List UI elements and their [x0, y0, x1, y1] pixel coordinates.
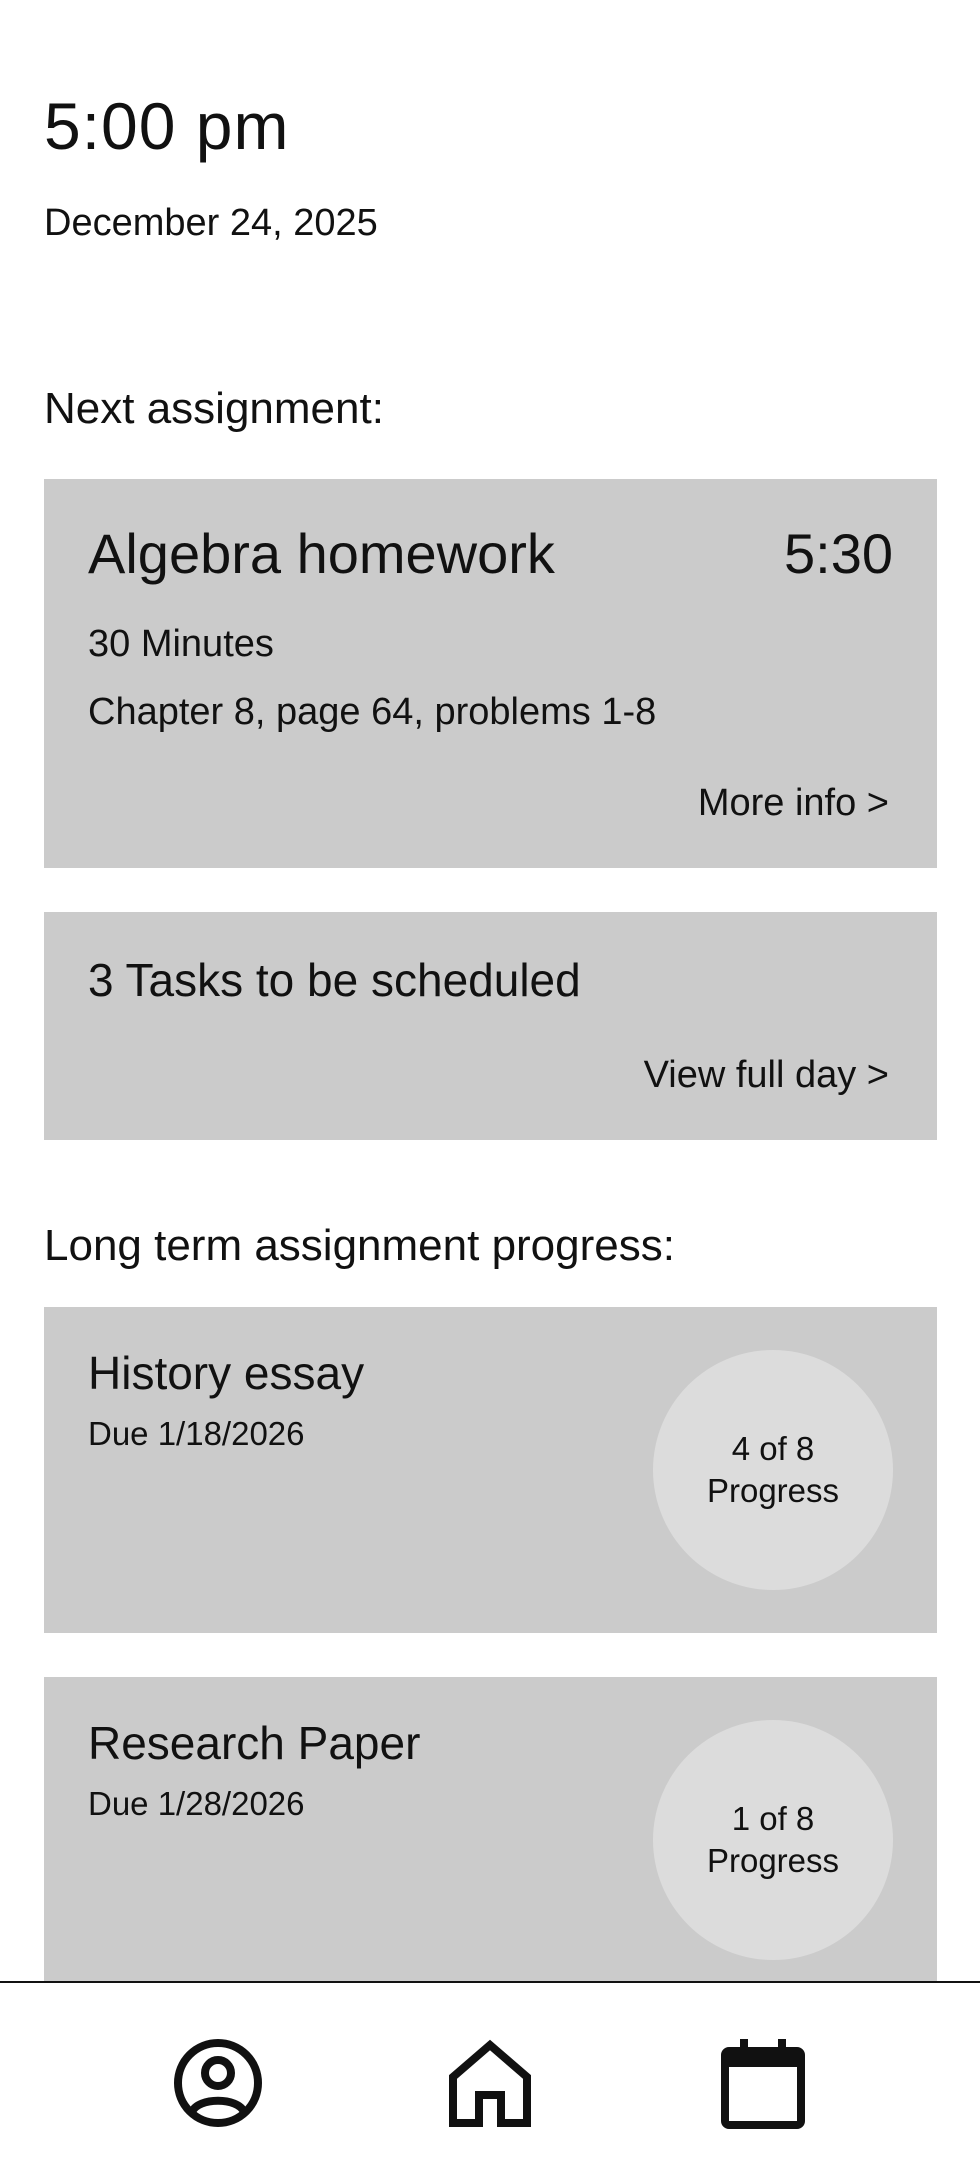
long-term-card[interactable]: Research Paper Due 1/28/2026 1 of 8 Prog…: [44, 1677, 937, 1982]
calendar-nav-button[interactable]: [713, 2033, 813, 2133]
progress-count: 4 of 8: [731, 1430, 815, 1467]
progress-label: Progress: [706, 1472, 840, 1509]
home-icon: [449, 2039, 531, 2127]
more-info-link[interactable]: More info >: [698, 780, 889, 826]
assignment-duration: 30 Minutes: [88, 623, 274, 665]
long-term-due-date: Due 1/18/2026: [88, 1415, 305, 1452]
assignment-time: 5:30: [784, 522, 893, 585]
view-full-day-link[interactable]: View full day >: [644, 1052, 889, 1098]
tasks-summary: 3 Tasks to be scheduled: [88, 954, 581, 1006]
progress-circle: 4 of 8 Progress: [653, 1350, 893, 1590]
progress-count: 1 of 8: [731, 1800, 815, 1837]
long-term-due-date: Due 1/28/2026: [88, 1785, 305, 1822]
current-date: December 24, 2025: [44, 202, 378, 244]
next-assignment-card[interactable]: Algebra homework 5:30 30 Minutes Chapter…: [44, 479, 937, 868]
home-nav-button[interactable]: [440, 2033, 540, 2133]
next-assignment-heading: Next assignment:: [44, 384, 384, 433]
profile-nav-button[interactable]: [168, 2033, 268, 2133]
tasks-card[interactable]: 3 Tasks to be scheduled View full day >: [44, 912, 937, 1140]
progress-circle: 1 of 8 Progress: [653, 1720, 893, 1960]
assignment-title: Algebra homework: [88, 522, 555, 585]
current-time: 5:00 pm: [44, 89, 290, 163]
assignment-details: Chapter 8, page 64, problems 1-8: [88, 691, 657, 733]
long-term-card[interactable]: History essay Due 1/18/2026 4 of 8 Progr…: [44, 1307, 937, 1633]
long-term-title: Research Paper: [88, 1717, 421, 1769]
bottom-nav: [0, 1981, 980, 2178]
calendar-icon: [721, 2039, 805, 2129]
main-content[interactable]: 5:00 pm December 24, 2025 Next assignmen…: [0, 0, 980, 1982]
long-term-title: History essay: [88, 1347, 365, 1399]
progress-label: Progress: [706, 1842, 840, 1879]
long-term-heading: Long term assignment progress:: [44, 1221, 675, 1270]
user-icon: [174, 2039, 262, 2127]
